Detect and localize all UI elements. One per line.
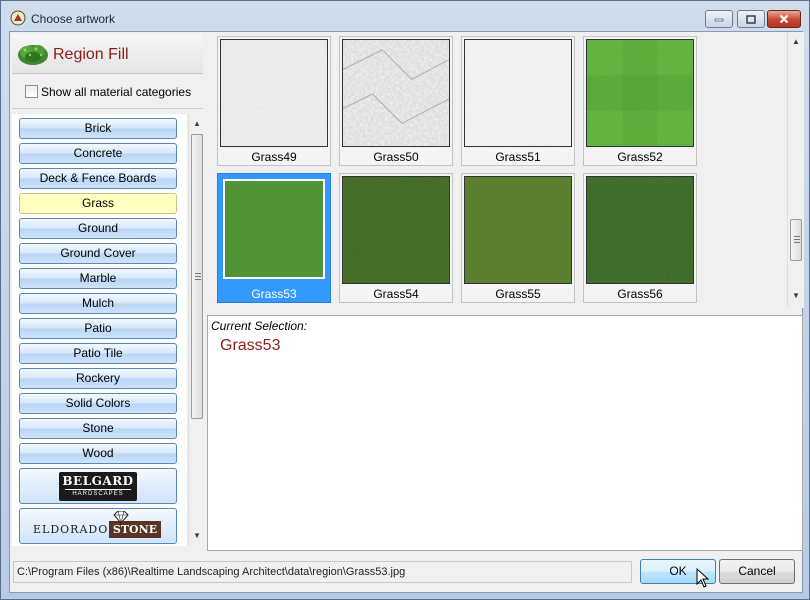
thumbnail-grass52[interactable]: Grass52 <box>583 36 697 166</box>
category-ground-button[interactable]: Ground <box>19 218 177 239</box>
category-brick-button[interactable]: Brick <box>19 118 177 139</box>
category-wood-button[interactable]: Wood <box>19 443 177 464</box>
thumbnail-label: Grass55 <box>495 287 541 301</box>
category-rockery-button[interactable]: Rockery <box>19 368 177 389</box>
thumbnail-grass56[interactable]: Grass56 <box>583 173 697 303</box>
title-bar: Choose artwork <box>1 1 809 31</box>
artwork-grid: Grass49 Grass50 Grass51 Grass52 Grass53 … <box>207 32 804 308</box>
grass52-image <box>586 39 694 147</box>
category-deck-fence-button[interactable]: Deck & Fence Boards <box>19 168 177 189</box>
thumbnail-grass55[interactable]: Grass55 <box>461 173 575 303</box>
thumbnail-label: Grass52 <box>617 150 663 164</box>
minimize-icon <box>714 18 724 22</box>
category-patio-tile-button[interactable]: Patio Tile <box>19 343 177 364</box>
category-patio-button[interactable]: Patio <box>19 318 177 339</box>
category-panel: Region Fill Show all material categories… <box>12 34 204 548</box>
belgard-logo-text: BELGARD <box>62 474 134 488</box>
category-ground-cover-button[interactable]: Ground Cover <box>19 243 177 264</box>
window-title: Choose artwork <box>31 12 116 26</box>
mouse-cursor-icon <box>696 568 710 588</box>
category-marble-button[interactable]: Marble <box>19 268 177 289</box>
dialog-client-area: Region Fill Show all material categories… <box>9 31 804 593</box>
current-selection-value: Grass53 <box>220 337 281 354</box>
category-list: Brick Concrete Deck & Fence Boards Grass… <box>12 114 187 546</box>
thumbnail-label: Grass51 <box>495 150 541 164</box>
scroll-up-icon[interactable]: ▲ <box>189 116 205 132</box>
category-solid-colors-button[interactable]: Solid Colors <box>19 393 177 414</box>
dialog-window: Choose artwork Region Fill Show all mate… <box>0 0 810 600</box>
maximize-icon <box>746 14 756 24</box>
category-grass-button[interactable]: Grass <box>19 193 177 214</box>
grass51-image <box>464 39 572 147</box>
artwork-scrollbar[interactable]: ▲ ▼ <box>787 32 803 306</box>
scroll-down-icon[interactable]: ▼ <box>189 528 205 544</box>
category-scrollbar[interactable]: ▲ ▼ <box>188 114 204 546</box>
file-path-field: C:\Program Files (x86)\Realtime Landscap… <box>13 561 632 583</box>
thumbnail-grass53[interactable]: Grass53 <box>217 173 331 303</box>
thumbnail-label: Grass49 <box>251 150 297 164</box>
thumbnail-grass54[interactable]: Grass54 <box>339 173 453 303</box>
region-header: Region Fill <box>12 34 203 74</box>
category-concrete-button[interactable]: Concrete <box>19 143 177 164</box>
current-selection-panel: Current Selection: Grass53 <box>207 315 803 551</box>
grass55-image <box>464 176 572 284</box>
thumbnail-label: Grass56 <box>617 287 663 301</box>
thumbnail-grass51[interactable]: Grass51 <box>461 36 575 166</box>
belgard-logo: BELGARD HARDSCAPES <box>59 472 137 501</box>
brand-belgard-button[interactable]: BELGARD HARDSCAPES <box>19 468 177 504</box>
diamond-icon <box>113 511 129 523</box>
category-mulch-button[interactable]: Mulch <box>19 293 177 314</box>
cancel-button[interactable]: Cancel <box>719 559 795 584</box>
show-all-checkbox[interactable] <box>25 85 38 98</box>
grass53-image <box>223 179 325 279</box>
eldorado-logo-stone: STONE <box>109 521 161 538</box>
current-selection-caption: Current Selection: <box>211 319 308 333</box>
thumbnail-grass49[interactable]: Grass49 <box>217 36 331 166</box>
brand-eldorado-button[interactable]: ELDORADO STONE <box>19 508 177 544</box>
eldorado-logo: ELDORADO STONE <box>33 511 163 540</box>
eldorado-logo-text: ELDORADO <box>33 523 109 536</box>
minimize-button[interactable] <box>705 10 733 28</box>
category-stone-button[interactable]: Stone <box>19 418 177 439</box>
category-scroll-thumb[interactable] <box>191 134 203 419</box>
belgard-logo-subtext: HARDSCAPES <box>65 489 131 498</box>
maximize-button[interactable] <box>737 10 765 28</box>
show-all-row: Show all material categories <box>12 75 203 109</box>
artwork-scroll-thumb[interactable] <box>790 219 802 261</box>
thumbnail-grass50[interactable]: Grass50 <box>339 36 453 166</box>
thumbnail-label: Grass54 <box>373 287 419 301</box>
region-fill-title: Region Fill <box>53 46 129 63</box>
grass50-image <box>342 39 450 147</box>
scroll-down-icon[interactable]: ▼ <box>788 288 804 304</box>
scroll-up-icon[interactable]: ▲ <box>788 34 804 50</box>
grass49-image <box>220 39 328 147</box>
close-icon <box>779 14 789 24</box>
grass56-image <box>586 176 694 284</box>
show-all-label[interactable]: Show all material categories <box>41 85 191 99</box>
close-button[interactable] <box>767 10 801 28</box>
thumbnail-label: Grass50 <box>373 150 419 164</box>
shrub-icon <box>18 45 48 65</box>
grass54-image <box>342 176 450 284</box>
app-icon <box>10 10 26 26</box>
thumbnail-label: Grass53 <box>251 287 297 301</box>
